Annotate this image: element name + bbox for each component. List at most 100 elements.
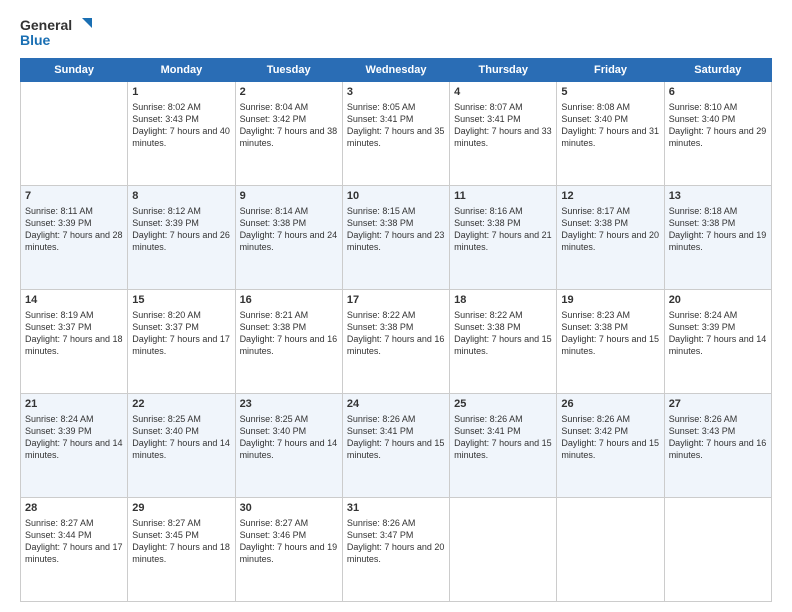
day-number: 21 [25,397,123,412]
cell-content: Sunrise: 8:17 AMSunset: 3:38 PMDaylight:… [561,205,659,254]
calendar-header-row: SundayMondayTuesdayWednesdayThursdayFrid… [21,59,772,82]
calendar-cell: 30Sunrise: 8:27 AMSunset: 3:46 PMDayligh… [235,498,342,602]
calendar-cell: 12Sunrise: 8:17 AMSunset: 3:38 PMDayligh… [557,186,664,290]
calendar-week-row: 28Sunrise: 8:27 AMSunset: 3:44 PMDayligh… [21,498,772,602]
calendar-cell: 4Sunrise: 8:07 AMSunset: 3:41 PMDaylight… [450,82,557,186]
calendar-cell: 8Sunrise: 8:12 AMSunset: 3:39 PMDaylight… [128,186,235,290]
cell-content: Sunrise: 8:23 AMSunset: 3:38 PMDaylight:… [561,309,659,358]
calendar-week-row: 7Sunrise: 8:11 AMSunset: 3:39 PMDaylight… [21,186,772,290]
day-number: 30 [240,501,338,516]
cell-content: Sunrise: 8:22 AMSunset: 3:38 PMDaylight:… [454,309,552,358]
logo-blue-text: Blue [20,32,50,48]
day-number: 22 [132,397,230,412]
calendar-cell: 15Sunrise: 8:20 AMSunset: 3:37 PMDayligh… [128,290,235,394]
cell-content: Sunrise: 8:26 AMSunset: 3:43 PMDaylight:… [669,413,767,462]
calendar-cell: 25Sunrise: 8:26 AMSunset: 3:41 PMDayligh… [450,394,557,498]
day-number: 23 [240,397,338,412]
cell-content: Sunrise: 8:27 AMSunset: 3:44 PMDaylight:… [25,517,123,566]
calendar-cell: 14Sunrise: 8:19 AMSunset: 3:37 PMDayligh… [21,290,128,394]
day-number: 10 [347,189,445,204]
cell-content: Sunrise: 8:24 AMSunset: 3:39 PMDaylight:… [25,413,123,462]
day-number: 14 [25,293,123,308]
day-number: 4 [454,85,552,100]
calendar-cell: 3Sunrise: 8:05 AMSunset: 3:41 PMDaylight… [342,82,449,186]
calendar-cell: 26Sunrise: 8:26 AMSunset: 3:42 PMDayligh… [557,394,664,498]
cell-content: Sunrise: 8:16 AMSunset: 3:38 PMDaylight:… [454,205,552,254]
calendar-cell: 2Sunrise: 8:04 AMSunset: 3:42 PMDaylight… [235,82,342,186]
cell-content: Sunrise: 8:25 AMSunset: 3:40 PMDaylight:… [132,413,230,462]
calendar-cell: 17Sunrise: 8:22 AMSunset: 3:38 PMDayligh… [342,290,449,394]
day-number: 2 [240,85,338,100]
day-number: 7 [25,189,123,204]
calendar-week-row: 14Sunrise: 8:19 AMSunset: 3:37 PMDayligh… [21,290,772,394]
cell-content: Sunrise: 8:26 AMSunset: 3:41 PMDaylight:… [347,413,445,462]
cell-content: Sunrise: 8:26 AMSunset: 3:42 PMDaylight:… [561,413,659,462]
calendar-week-row: 21Sunrise: 8:24 AMSunset: 3:39 PMDayligh… [21,394,772,498]
calendar-cell: 31Sunrise: 8:26 AMSunset: 3:47 PMDayligh… [342,498,449,602]
day-number: 19 [561,293,659,308]
cell-content: Sunrise: 8:10 AMSunset: 3:40 PMDaylight:… [669,101,767,150]
calendar-cell: 24Sunrise: 8:26 AMSunset: 3:41 PMDayligh… [342,394,449,498]
day-number: 24 [347,397,445,412]
cell-content: Sunrise: 8:24 AMSunset: 3:39 PMDaylight:… [669,309,767,358]
cell-content: Sunrise: 8:12 AMSunset: 3:39 PMDaylight:… [132,205,230,254]
calendar-header-saturday: Saturday [664,59,771,82]
day-number: 29 [132,501,230,516]
cell-content: Sunrise: 8:26 AMSunset: 3:41 PMDaylight:… [454,413,552,462]
calendar-cell: 5Sunrise: 8:08 AMSunset: 3:40 PMDaylight… [557,82,664,186]
calendar-header-sunday: Sunday [21,59,128,82]
calendar-week-row: 1Sunrise: 8:02 AMSunset: 3:43 PMDaylight… [21,82,772,186]
calendar-cell: 10Sunrise: 8:15 AMSunset: 3:38 PMDayligh… [342,186,449,290]
calendar-header-wednesday: Wednesday [342,59,449,82]
day-number: 8 [132,189,230,204]
day-number: 13 [669,189,767,204]
calendar-cell: 22Sunrise: 8:25 AMSunset: 3:40 PMDayligh… [128,394,235,498]
day-number: 12 [561,189,659,204]
calendar-cell: 20Sunrise: 8:24 AMSunset: 3:39 PMDayligh… [664,290,771,394]
calendar-cell [450,498,557,602]
calendar-cell: 13Sunrise: 8:18 AMSunset: 3:38 PMDayligh… [664,186,771,290]
logo: General Blue [20,16,92,48]
day-number: 28 [25,501,123,516]
calendar-cell [664,498,771,602]
page-header: General Blue [20,16,772,48]
calendar-cell: 28Sunrise: 8:27 AMSunset: 3:44 PMDayligh… [21,498,128,602]
cell-content: Sunrise: 8:05 AMSunset: 3:41 PMDaylight:… [347,101,445,150]
day-number: 27 [669,397,767,412]
calendar-cell: 18Sunrise: 8:22 AMSunset: 3:38 PMDayligh… [450,290,557,394]
cell-content: Sunrise: 8:26 AMSunset: 3:47 PMDaylight:… [347,517,445,566]
cell-content: Sunrise: 8:19 AMSunset: 3:37 PMDaylight:… [25,309,123,358]
day-number: 15 [132,293,230,308]
cell-content: Sunrise: 8:04 AMSunset: 3:42 PMDaylight:… [240,101,338,150]
calendar-cell: 29Sunrise: 8:27 AMSunset: 3:45 PMDayligh… [128,498,235,602]
logo-general-text: General [20,17,72,33]
calendar-cell: 7Sunrise: 8:11 AMSunset: 3:39 PMDaylight… [21,186,128,290]
calendar-cell [557,498,664,602]
calendar-cell: 1Sunrise: 8:02 AMSunset: 3:43 PMDaylight… [128,82,235,186]
day-number: 5 [561,85,659,100]
calendar-cell: 9Sunrise: 8:14 AMSunset: 3:38 PMDaylight… [235,186,342,290]
calendar-cell: 19Sunrise: 8:23 AMSunset: 3:38 PMDayligh… [557,290,664,394]
day-number: 3 [347,85,445,100]
calendar-cell: 27Sunrise: 8:26 AMSunset: 3:43 PMDayligh… [664,394,771,498]
day-number: 11 [454,189,552,204]
day-number: 17 [347,293,445,308]
cell-content: Sunrise: 8:11 AMSunset: 3:39 PMDaylight:… [25,205,123,254]
calendar-cell: 21Sunrise: 8:24 AMSunset: 3:39 PMDayligh… [21,394,128,498]
cell-content: Sunrise: 8:21 AMSunset: 3:38 PMDaylight:… [240,309,338,358]
calendar-table: SundayMondayTuesdayWednesdayThursdayFrid… [20,58,772,602]
calendar-cell: 16Sunrise: 8:21 AMSunset: 3:38 PMDayligh… [235,290,342,394]
cell-content: Sunrise: 8:18 AMSunset: 3:38 PMDaylight:… [669,205,767,254]
calendar-header-thursday: Thursday [450,59,557,82]
cell-content: Sunrise: 8:15 AMSunset: 3:38 PMDaylight:… [347,205,445,254]
cell-content: Sunrise: 8:20 AMSunset: 3:37 PMDaylight:… [132,309,230,358]
calendar-page: General Blue SundayMondayTuesdayWednesda… [0,0,792,612]
calendar-cell: 6Sunrise: 8:10 AMSunset: 3:40 PMDaylight… [664,82,771,186]
calendar-cell [21,82,128,186]
calendar-header-tuesday: Tuesday [235,59,342,82]
day-number: 9 [240,189,338,204]
cell-content: Sunrise: 8:14 AMSunset: 3:38 PMDaylight:… [240,205,338,254]
day-number: 25 [454,397,552,412]
day-number: 18 [454,293,552,308]
cell-content: Sunrise: 8:08 AMSunset: 3:40 PMDaylight:… [561,101,659,150]
